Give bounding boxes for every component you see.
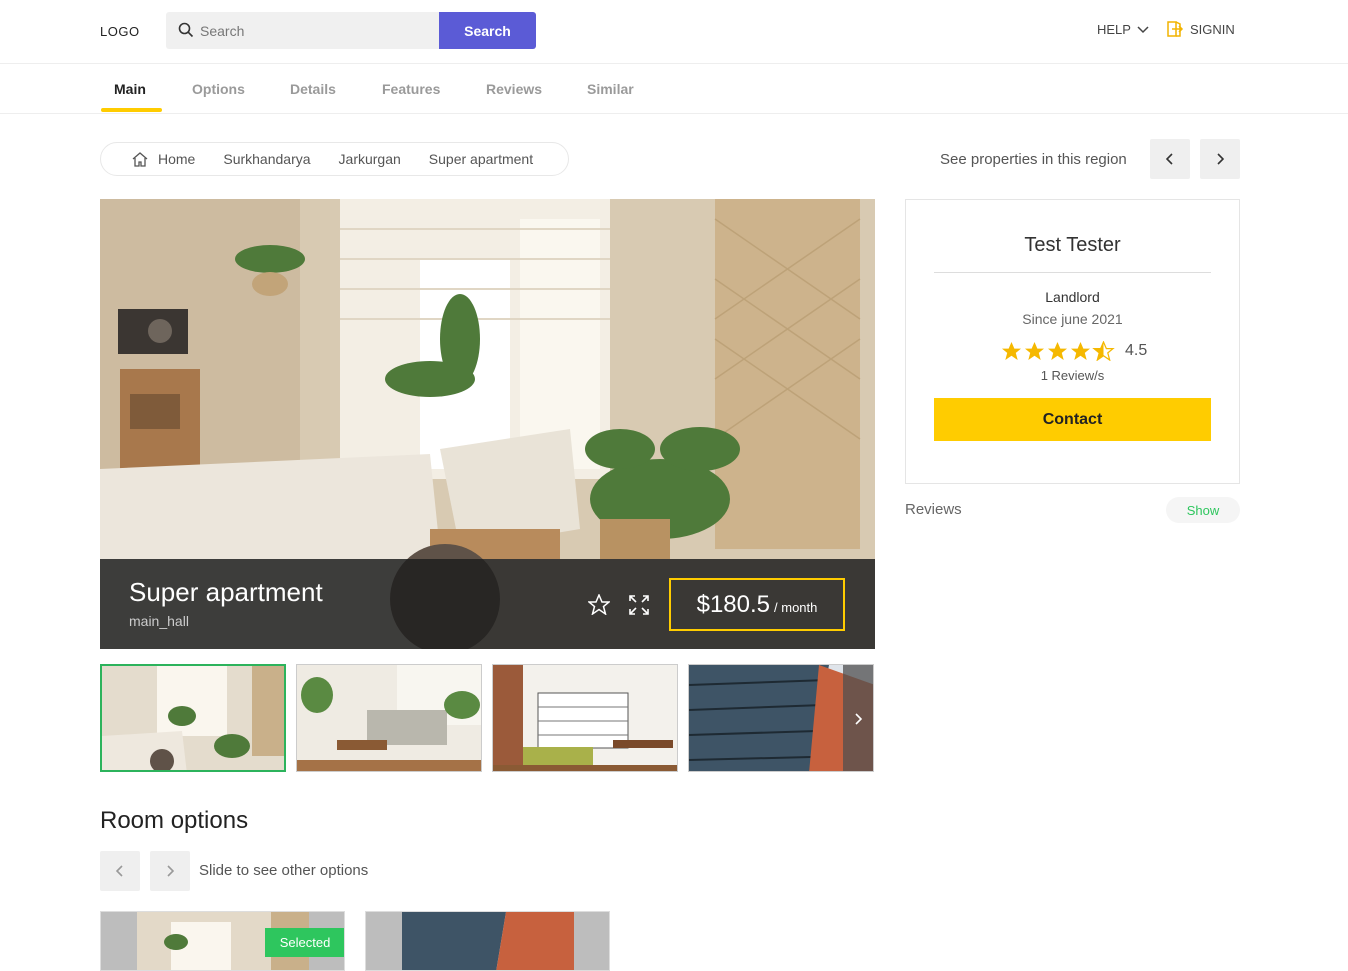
rating-value: 4.5: [1125, 342, 1148, 359]
slide-hint: Slide to see other options: [199, 862, 369, 879]
chevron-right-icon: [1217, 153, 1224, 165]
tab-reviews[interactable]: Reviews: [486, 81, 542, 97]
price-value: $180.5: [696, 590, 771, 618]
expand-icon[interactable]: [629, 595, 649, 615]
thumbnail-3[interactable]: [492, 664, 678, 772]
thumbnail-image: [493, 665, 677, 771]
contact-button[interactable]: Contact: [934, 398, 1211, 441]
price-period: / month: [774, 600, 818, 615]
chevron-down-icon: [1137, 25, 1149, 33]
breadcrumb: Home Surkhandarya Jarkurgan Super apartm…: [100, 142, 569, 176]
host-since: Since june 2021: [1022, 311, 1123, 327]
top-header: LOGO Search HELP SIGNIN: [0, 0, 1348, 64]
breadcrumb-home[interactable]: Home: [158, 151, 195, 167]
star-icon: [1047, 341, 1068, 361]
price-box: $180.5 / month: [669, 578, 845, 631]
star-icon: [1024, 341, 1045, 361]
property-title: Super apartment: [129, 577, 323, 607]
chevron-left-icon: [1166, 153, 1173, 165]
help-label: HELP: [1097, 22, 1131, 37]
tab-options[interactable]: Options: [192, 81, 245, 97]
region-label: See properties in this region: [940, 151, 1127, 168]
star-outline-icon[interactable]: [588, 594, 610, 615]
tab-main[interactable]: Main: [114, 81, 146, 97]
search-icon: [178, 22, 194, 38]
star-icon: [1070, 341, 1091, 361]
region-next-button[interactable]: [1200, 139, 1240, 179]
rating-stars: 4.5: [1000, 341, 1147, 361]
thumbnail-image: [297, 665, 481, 771]
chevron-right-icon: [167, 865, 174, 877]
thumbnail-1[interactable]: [100, 664, 286, 772]
photo-label: main_hall: [129, 613, 189, 629]
show-reviews-button[interactable]: Show: [1166, 497, 1240, 523]
search-input[interactable]: [200, 12, 430, 49]
signin-icon: [1167, 21, 1184, 37]
search-box: [166, 12, 439, 49]
tab-details[interactable]: Details: [290, 81, 336, 97]
region-prev-button[interactable]: [1150, 139, 1190, 179]
chevron-left-icon: [116, 865, 123, 877]
thumbnail-4[interactable]: [688, 664, 874, 772]
signin-link[interactable]: SIGNIN: [1166, 20, 1235, 38]
breadcrumb-district[interactable]: Jarkurgan: [339, 151, 401, 167]
selected-badge: Selected: [265, 928, 344, 957]
thumbnail-next-button[interactable]: [843, 665, 873, 771]
breadcrumb-current: Super apartment: [428, 151, 534, 167]
active-tab-indicator: [101, 108, 162, 112]
chevron-right-icon: [855, 713, 862, 725]
home-icon[interactable]: [132, 152, 148, 167]
star-half-icon: [1092, 341, 1115, 361]
logo[interactable]: LOGO: [100, 24, 140, 39]
search-button[interactable]: Search: [439, 12, 536, 49]
tab-features[interactable]: Features: [382, 81, 440, 97]
host-card: Test Tester Landlord Since june 2021 4.5…: [905, 199, 1240, 484]
room-options-title: Room options: [100, 807, 249, 834]
breadcrumb-region[interactable]: Surkhandarya: [223, 151, 310, 167]
star-icon: [1001, 341, 1022, 361]
reviews-label: Reviews: [905, 501, 962, 518]
photo-caption-bar: Super apartment main_hall $180.5 / month: [100, 559, 875, 649]
host-role: Landlord: [1045, 289, 1100, 305]
reviews-count: 1 Review/s: [1040, 368, 1105, 383]
help-menu[interactable]: HELP: [1097, 22, 1149, 37]
thumbnail-image: [102, 666, 284, 770]
thumbnail-2[interactable]: [296, 664, 482, 772]
signin-label: SIGNIN: [1190, 21, 1235, 37]
room-option-image: [366, 912, 609, 970]
section-tabs: Main Options Details Features Reviews Si…: [0, 64, 1348, 114]
main-photo[interactable]: Super apartment main_hall $180.5 / month: [100, 199, 875, 649]
host-name: Test Tester: [1024, 234, 1121, 256]
divider: [934, 272, 1211, 273]
room-option-card[interactable]: Selected: [100, 911, 345, 971]
room-prev-button[interactable]: [100, 851, 140, 891]
room-option-card[interactable]: [365, 911, 610, 971]
room-next-button[interactable]: [150, 851, 190, 891]
tab-similar[interactable]: Similar: [587, 81, 634, 97]
